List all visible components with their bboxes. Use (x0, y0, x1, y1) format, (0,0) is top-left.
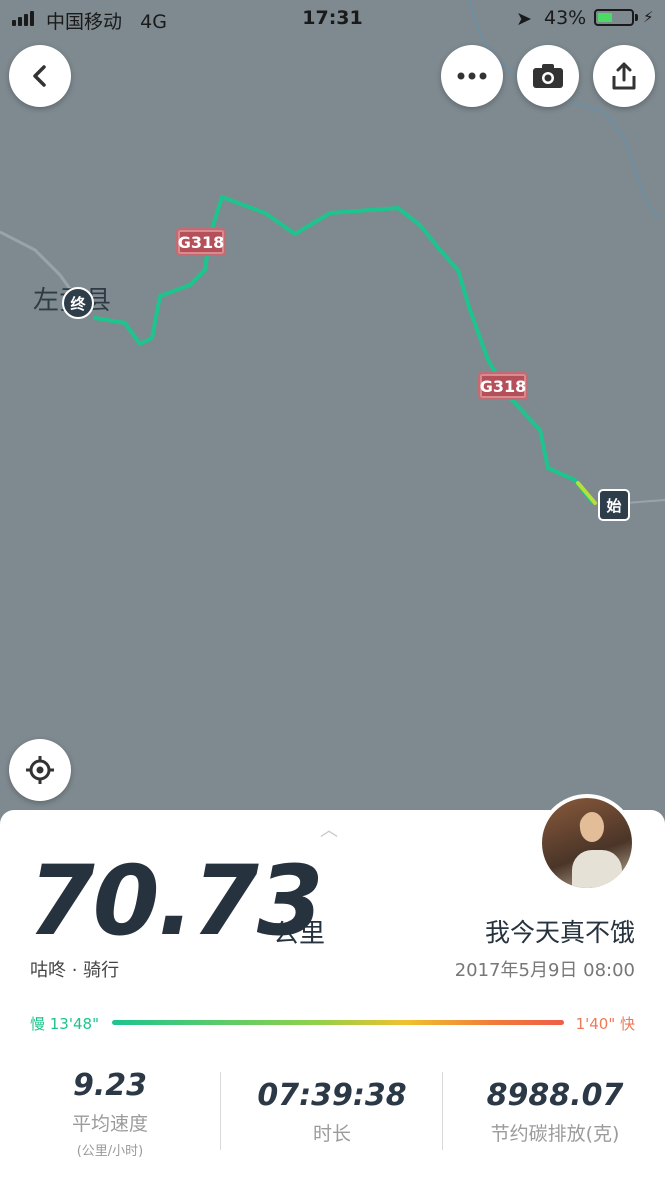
stat-divider (220, 1072, 221, 1150)
expand-chevron-icon[interactable]: ︿ (320, 816, 338, 842)
battery-icon (594, 9, 634, 26)
route-fast-segment (576, 481, 597, 505)
distance-unit: 公里 (273, 919, 326, 949)
pace-legend: 慢 13'48" 1'40" 快 (30, 1011, 635, 1035)
user-name: 我今天真不饿 (484, 918, 635, 947)
start-marker[interactable]: 始 (598, 489, 630, 521)
stat-avg-speed: 9.23 平均速度 (公里/小时) (30, 1068, 190, 1159)
pace-slow-label: 慢 13'48" (30, 1015, 99, 1033)
battery-tip (635, 14, 638, 21)
share-icon (612, 62, 636, 90)
stat-carbon-saved: 8988.07 节约碳排放(克) (455, 1068, 655, 1146)
stat-value: 9.23 (72, 1068, 148, 1103)
locate-icon (26, 756, 54, 784)
end-marker[interactable]: 终 (62, 287, 94, 319)
activity-type: 咕咚 · 骑行 (30, 960, 120, 981)
stat-duration: 07:39:38 时长 (232, 1068, 432, 1146)
back-button[interactable] (9, 45, 71, 107)
share-button[interactable] (593, 45, 655, 107)
stat-label: 平均速度 (71, 1113, 148, 1135)
location-arrow-icon: ➤ (516, 8, 532, 30)
avatar[interactable] (538, 794, 636, 892)
road-badge-g318-2: G318 (478, 372, 528, 400)
back-chevron-icon (33, 65, 46, 87)
charging-bolt-icon: ⚡ (643, 8, 654, 26)
road-badge-g318: G318 (176, 228, 226, 256)
activity-date: 2017年5月9日 08:00 (454, 960, 635, 981)
locate-button[interactable] (9, 739, 71, 801)
route-map[interactable]: 左贡县 G318 G318 终 始 (0, 0, 665, 830)
camera-icon (533, 64, 563, 88)
stat-value: 07:39:38 (257, 1078, 407, 1113)
stat-value: 8988.07 (486, 1078, 624, 1113)
battery-percent: 43% (544, 7, 587, 29)
camera-button[interactable] (517, 45, 579, 107)
stat-divider (442, 1072, 443, 1150)
pace-fast-label: 1'40" 快 (575, 1015, 635, 1033)
status-bar: 中国移动 4G 17:31 ➤ 43% ⚡ (0, 0, 665, 38)
pace-gradient-bar (112, 1020, 564, 1025)
stat-label: 节约碳排放(克) (490, 1123, 620, 1145)
map-canvas (0, 0, 665, 506)
stat-sublabel: (公里/小时) (76, 1144, 144, 1159)
more-button[interactable] (441, 45, 503, 107)
route-line (93, 195, 594, 504)
stat-label: 时长 (312, 1123, 351, 1145)
more-dots-icon (457, 72, 487, 80)
